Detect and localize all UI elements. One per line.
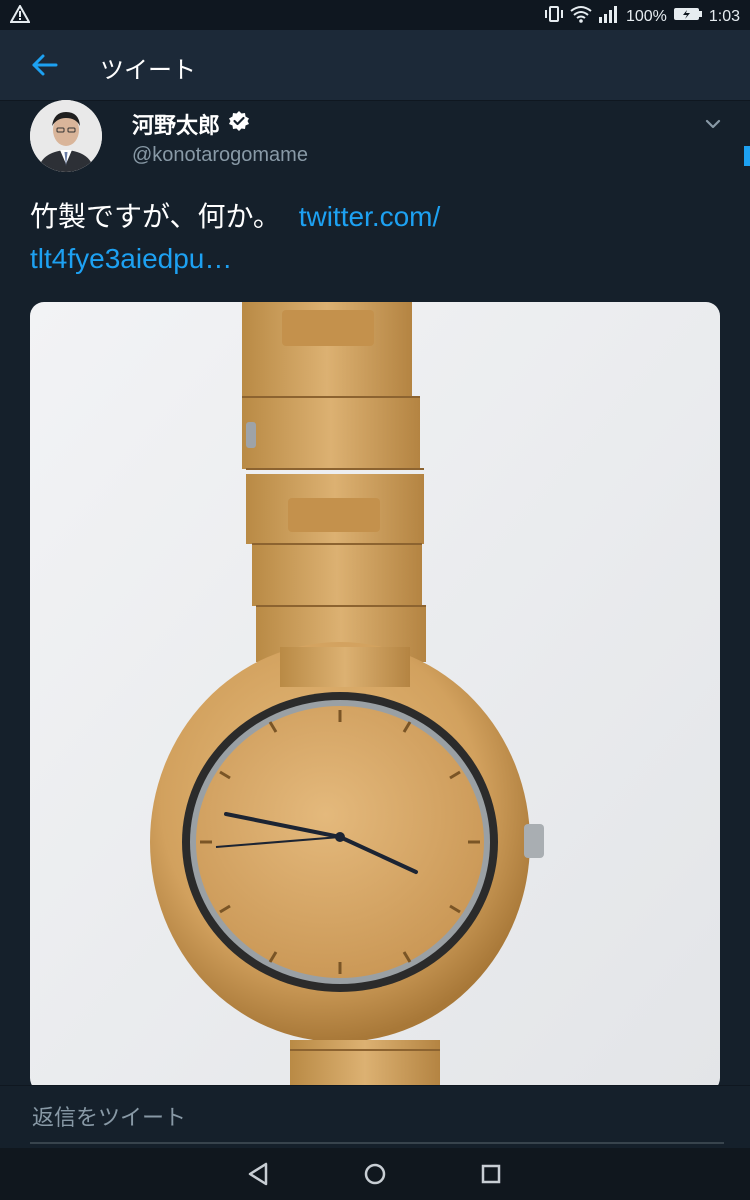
signal-icon xyxy=(598,5,620,28)
back-triangle-icon[interactable] xyxy=(245,1160,273,1188)
verified-badge-icon xyxy=(228,110,250,132)
recents-square-icon[interactable] xyxy=(477,1160,505,1188)
author-display-name[interactable]: 河野太郎 xyxy=(132,108,220,140)
chevron-down-icon[interactable] xyxy=(703,116,723,132)
home-circle-icon[interactable] xyxy=(361,1160,389,1188)
vibrate-icon xyxy=(544,5,564,28)
wifi-icon xyxy=(570,5,592,28)
author-handle[interactable]: @konotarogomame xyxy=(132,144,308,167)
tweet-detail: 河野太郎 @konotarogomame 竹製ですが、何か。 twitter.c… xyxy=(0,100,750,1085)
back-arrow-icon[interactable] xyxy=(28,48,62,82)
tweet-link-part1[interactable]: twitter.com/ xyxy=(299,201,441,232)
status-bar: 100% 1:03 xyxy=(0,0,750,30)
system-nav-bar xyxy=(0,1148,750,1200)
battery-percent: 100% xyxy=(625,7,667,25)
tweet-body: 竹製ですが、何か。 xyxy=(30,200,281,233)
battery-icon xyxy=(673,6,703,27)
reply-bar xyxy=(0,1085,750,1149)
app-bar: ツイート xyxy=(0,30,750,101)
tweet-photo[interactable] xyxy=(30,302,720,1085)
page-title: ツイート xyxy=(100,56,196,84)
warning-icon xyxy=(9,3,31,28)
avatar[interactable] xyxy=(30,100,102,172)
scroll-indicator xyxy=(744,146,750,166)
clock-time: 1:03 xyxy=(708,7,740,25)
reply-input[interactable] xyxy=(30,1094,724,1144)
tweet-link-part2[interactable]: tlt4fye3aiedpu… xyxy=(30,243,232,274)
tweet-text: 竹製ですが、何か。 twitter.com/ tlt4fye3aiedpu… xyxy=(30,196,720,280)
